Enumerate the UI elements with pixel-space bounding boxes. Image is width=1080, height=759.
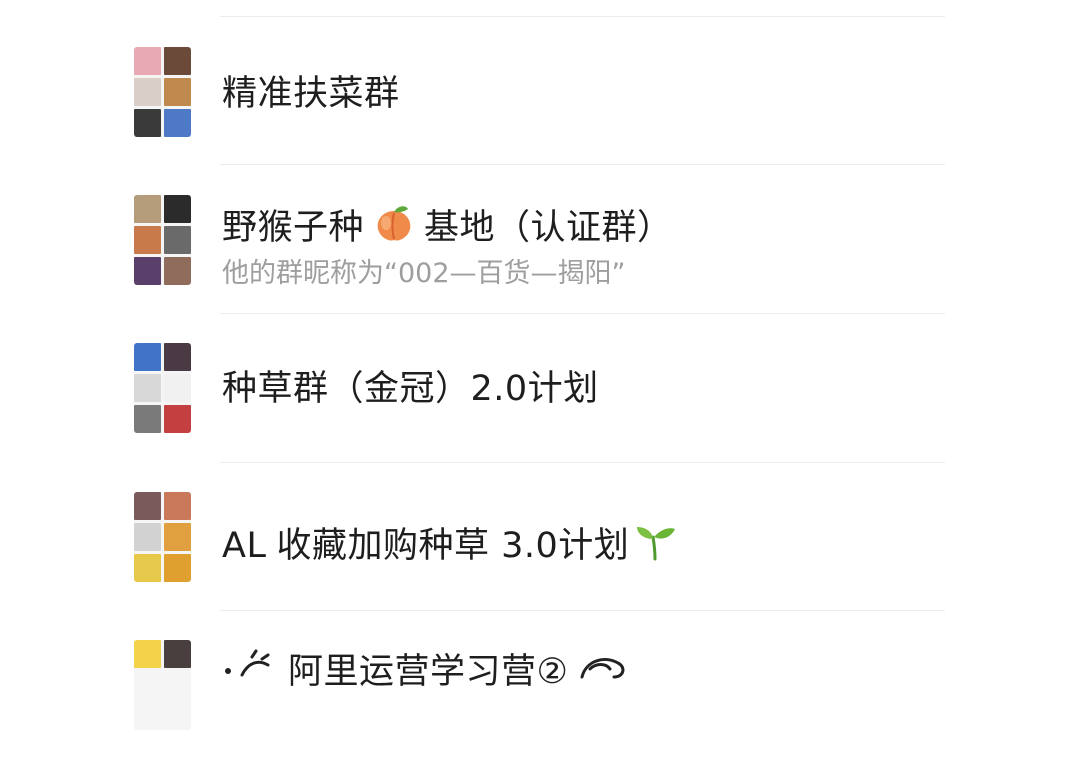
group-avatar — [134, 47, 191, 137]
sparkle-icon — [222, 647, 282, 696]
chat-list-item-group-3[interactable]: 种草群（金冠）2.0计划 — [0, 314, 1080, 462]
avatar-tile — [134, 109, 161, 137]
avatar-tile — [134, 78, 161, 106]
group-name: AL 收藏加购种草 3.0计划 — [222, 519, 677, 572]
avatar-tile — [164, 523, 191, 551]
avatar-tile — [164, 109, 191, 137]
avatar-tile — [134, 554, 161, 582]
chat-list-item-group-1[interactable]: 精准扶菜群 — [0, 17, 1080, 165]
group-avatar — [134, 492, 191, 582]
avatar-tile — [164, 257, 191, 285]
avatar-tile — [134, 257, 161, 285]
avatar-tile — [164, 492, 191, 520]
avatar-tile — [164, 374, 191, 402]
avatar-tile — [164, 405, 191, 433]
avatar-tile — [134, 226, 161, 254]
avatar-tile — [134, 640, 161, 668]
avatar-tile — [134, 523, 161, 551]
chat-list-item-group-2[interactable]: 野猴子种 基地（认证群） 他的群昵称为“002—百货—揭阳” — [0, 165, 1080, 313]
chat-list-item-group-5[interactable]: 阿里运营学习营② — [0, 611, 1080, 759]
group-subtitle: 他的群昵称为“002—百货—揭阳” — [222, 258, 626, 289]
avatar-tile — [134, 343, 161, 371]
avatar-tile — [134, 492, 161, 520]
peach-icon — [372, 201, 416, 254]
avatar-tile — [164, 640, 191, 668]
group-name: 种草群（金冠）2.0计划 — [222, 369, 599, 409]
group-avatar — [134, 343, 191, 433]
chat-list-item-group-4[interactable]: AL 收藏加购种草 3.0计划 — [0, 463, 1080, 611]
group-avatar — [134, 640, 191, 730]
avatar-tile — [164, 226, 191, 254]
avatar-tile — [164, 195, 191, 223]
group-avatar — [134, 195, 191, 285]
avatar-tile — [134, 195, 161, 223]
avatar-tile — [134, 405, 161, 433]
avatar-tile — [134, 47, 161, 75]
group-name: 野猴子种 基地（认证群） — [222, 201, 673, 254]
group-name: 阿里运营学习营② — [222, 647, 634, 696]
avatar-tile — [164, 47, 191, 75]
avatar-tile — [164, 343, 191, 371]
sprout-icon — [633, 519, 677, 572]
group-name: 精准扶菜群 — [222, 74, 400, 114]
avatar-tile — [134, 374, 161, 402]
avatar-tile — [164, 78, 191, 106]
avatar-tile — [164, 554, 191, 582]
swirl-icon — [574, 647, 634, 696]
